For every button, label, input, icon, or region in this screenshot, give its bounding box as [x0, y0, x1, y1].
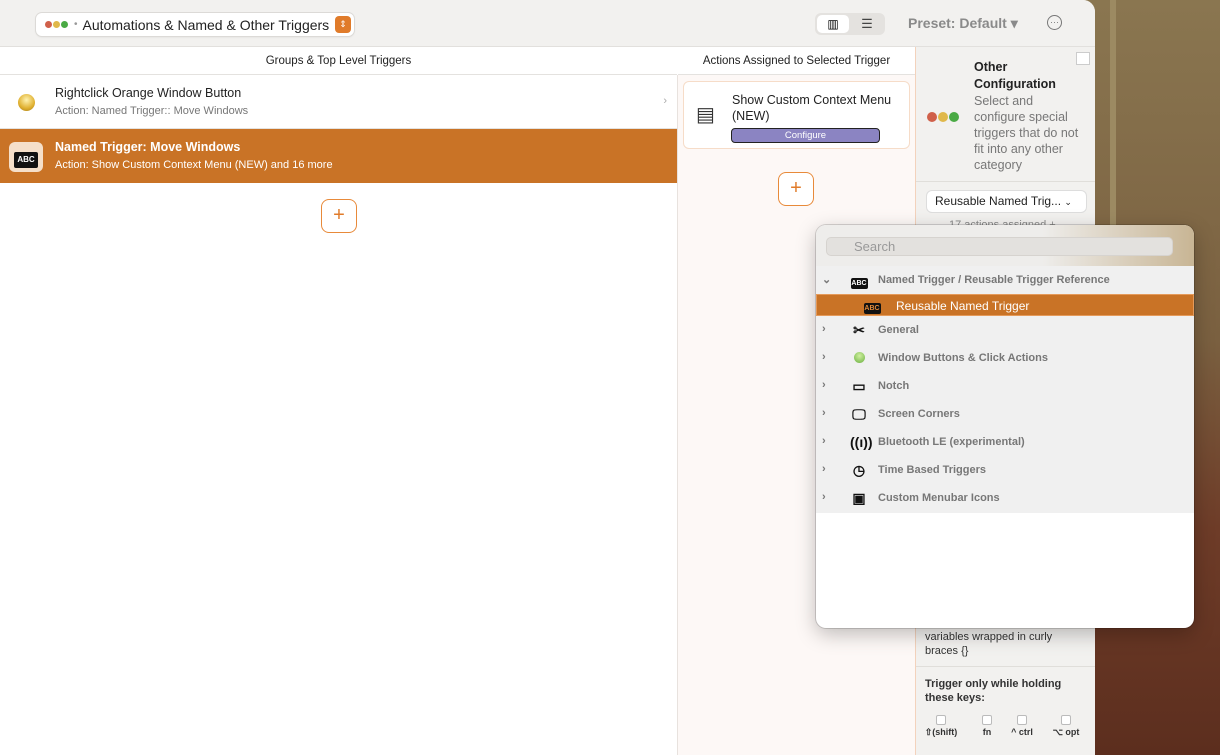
category-screen-corners[interactable]: › 🖵 Screen Corners	[816, 400, 1194, 428]
chevron-right-icon: ›	[822, 379, 826, 391]
orange-button-icon	[18, 94, 35, 111]
add-action-button[interactable]: +	[778, 172, 814, 206]
group-selector[interactable]: • Automations & Named & Other Triggers ⇕	[36, 13, 354, 36]
category-notch[interactable]: › ▭ Notch	[816, 372, 1194, 400]
abc-icon: ABC	[863, 303, 881, 314]
category-general[interactable]: › ✂ General	[816, 316, 1194, 344]
notch-icon: ▭	[852, 378, 866, 394]
item-reusable-named-trigger[interactable]: ABC Reusable Named Trigger	[816, 294, 1194, 316]
search-input[interactable]: Search	[826, 237, 1173, 256]
view-toggle: ▥ ☰	[815, 13, 885, 35]
shift-checkbox[interactable]: ⇧(shift)	[924, 715, 958, 738]
trigger-subtitle: Action: Named Trigger:: Move Windows	[55, 105, 249, 117]
trigger-title: Named Trigger: Move Windows	[55, 140, 241, 154]
abc-icon: ABC	[9, 142, 43, 172]
category-custom-menubar[interactable]: › ▣ Custom Menubar Icons	[816, 484, 1194, 512]
chevron-right-icon: ›	[822, 323, 826, 335]
action-title: Show Custom Context Menu (NEW)	[732, 93, 892, 123]
stepper-icon[interactable]: ⇕	[335, 16, 351, 33]
trigger-row[interactable]: Rightclick Orange Window Button Action: …	[0, 75, 677, 129]
group-title: Automations & Named & Other Triggers	[82, 16, 330, 33]
chevron-right-icon: ›	[663, 95, 667, 107]
keys-title: Trigger only while holding these keys:	[925, 678, 1062, 704]
antenna-icon: ((ı))	[850, 434, 873, 450]
add-trigger-button[interactable]: +	[321, 199, 357, 233]
columns-icon[interactable]: ▥	[817, 15, 849, 33]
sidebar-toggle-icon[interactable]	[1076, 52, 1090, 65]
category-named-trigger[interactable]: ⌄ ABC Named Trigger / Reusable Trigger Ref…	[816, 266, 1194, 294]
chevron-down-icon: ⌄	[822, 274, 832, 286]
list-icon[interactable]: ☰	[851, 15, 883, 33]
configure-button[interactable]: Configure	[731, 128, 880, 143]
trigger-type-popover: ⚲ Search ⌄ABCNamed Trigger / Reusable Tr…	[816, 225, 1194, 628]
category-time-based[interactable]: › ◷ Time Based Triggers	[816, 456, 1194, 484]
trigger-subtitle: Action: Show Custom Context Menu (NEW) a…	[55, 159, 333, 171]
config-title: Other Configuration	[974, 60, 1056, 91]
trigger-title: Rightclick Orange Window Button	[55, 86, 242, 100]
left-column-header: Groups & Top Level Triggers	[0, 47, 677, 75]
more-options-icon[interactable]: ···	[1047, 15, 1062, 30]
action-card[interactable]: ▤ Show Custom Context Menu (NEW) Configu…	[683, 81, 910, 149]
category-bluetooth[interactable]: › ((ı)) Bluetooth LE (experimental)	[816, 428, 1194, 456]
preset-dropdown[interactable]: Preset: Default ▾	[908, 15, 1018, 32]
context-menu-icon: ▤	[696, 104, 715, 126]
red-dot-icon	[45, 21, 52, 28]
mid-column-header: Actions Assigned to Selected Trigger	[678, 47, 915, 75]
trigger-row-selected[interactable]: ABC Named Trigger: Move Windows Action: …	[0, 129, 677, 183]
monitor-icon: 🖵	[852, 406, 866, 422]
traffic-lights-icon	[927, 109, 960, 127]
chevron-right-icon: ›	[822, 407, 826, 419]
chevron-right-icon: ›	[822, 435, 826, 447]
chevron-right-icon: ›	[822, 491, 826, 503]
config-description: Select and configure special triggers th…	[974, 94, 1079, 172]
trigger-category-list: ⌄ ABC Named Trigger / Reusable Trigger Ref…	[816, 266, 1194, 513]
opt-checkbox[interactable]: ⌥ opt	[1050, 715, 1082, 738]
green-button-icon	[850, 350, 868, 366]
trigger-list: Rightclick Orange Window Button Action: …	[0, 75, 677, 755]
ctrl-checkbox[interactable]: ^ ctrl	[1006, 715, 1038, 737]
toolbar: • Automations & Named & Other Triggers ⇕…	[0, 0, 1095, 47]
abc-icon: ABC	[850, 278, 868, 289]
tools-icon: ✂	[853, 322, 865, 338]
menubar-icon: ▣	[852, 490, 866, 506]
green-dot-icon	[61, 21, 68, 28]
variables-note: variables wrapped in curly braces {}	[925, 631, 1053, 657]
chevron-right-icon: ›	[822, 463, 826, 475]
category-window-buttons[interactable]: › Window Buttons & Click Actions	[816, 344, 1194, 372]
trigger-type-dropdown[interactable]: Reusable Named Trig... ⌄	[927, 191, 1086, 212]
yellow-dot-icon	[53, 21, 60, 28]
chevron-right-icon: ›	[822, 351, 826, 363]
fn-checkbox[interactable]: fn	[976, 715, 998, 737]
clock-icon: ◷	[852, 462, 866, 478]
